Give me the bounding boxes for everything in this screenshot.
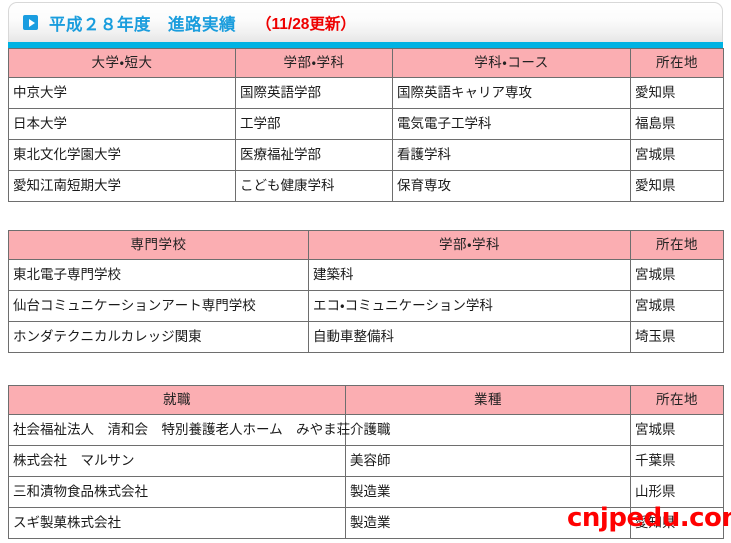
column-header-3: 所在地 [630,230,724,260]
table-vocational: 専門学校 学部・学科 所在地 東北電子専門学校 建築科 宮城県 仙台コミュニケーションアー… [8,230,724,353]
table-row: 愛知江南短期大学 こども健康学科 保育専攻 愛知県 [8,170,724,202]
column-header-2: 学部・学科 [235,48,393,78]
page-title: 平成２８年度 進路実績 [49,15,236,34]
column-header-2: 学部・学科 [308,230,631,260]
cell-1: 日本大学 [8,108,236,140]
column-header-1: 就職 [8,385,346,415]
cell-1: スギ製菓株式会社 [8,507,346,539]
cell-1: 三和漬物食品株式会社 [8,476,346,508]
cell-3: 千葉県 [630,445,724,477]
cell-1: 中京大学 [8,77,236,109]
table-row: 日本大学 工学部 電気電子工学科 福島県 [8,108,724,140]
cell-2: エコ・コミュニケーション学科 [308,290,631,322]
table-row: 東北文化学園大学 医療福祉学部 看護学科 宮城県 [8,139,724,171]
cell-1: 仙台コミュニケーションアート専門学校 [8,290,309,322]
cell-3: 看護学科 [392,139,631,171]
table-row: 社会福祉法人 清和会 特別養護老人ホーム みやま荘 介護職 宮城県 [8,414,724,446]
update-note: （11/28更新） [256,15,356,33]
table-header-row: 大学・短大 学部・学科 学科・コース 所在地 [8,48,724,78]
cell-4: 宮城県 [630,139,724,171]
table-row: 株式会社 マルサン 美容師 千葉県 [8,445,724,477]
table-header-row: 専門学校 学部・学科 所在地 [8,230,724,260]
table-schools: 大学・短大 学部・学科 学科・コース 所在地 中京大学 国際英語学部 国際英語キャリア専攻… [8,48,724,202]
cell-3: 宮城県 [630,259,724,291]
cell-3: 愛知県 [630,507,724,539]
column-header-3: 所在地 [630,385,724,415]
cell-2: こども健康学科 [235,170,393,202]
column-header-3: 学科・コース [392,48,631,78]
column-header-2: 業種 [345,385,631,415]
table-row: 仙台コミュニケーションアート専門学校 エコ・コミュニケーション学科 宮城県 [8,290,724,322]
cell-2: 介護職 [345,414,631,446]
column-header-4: 所在地 [630,48,724,78]
table-employment-body: 社会福祉法人 清和会 特別養護老人ホーム みやま荘 介護職 宮城県 株式会社 マルサン… [8,414,724,539]
table-row: 東北電子専門学校 建築科 宮城県 [8,259,724,291]
table-row: ホンダテクニカルカレッジ関東 自動車整備科 埼玉県 [8,321,724,353]
cell-3: 電気電子工学科 [392,108,631,140]
table-employment: 就職 業種 所在地 社会福祉法人 清和会 特別養護老人ホーム みやま荘 介護職 宮城県株… [8,385,724,539]
cell-1: 社会福祉法人 清和会 特別養護老人ホーム みやま荘 [8,414,350,446]
cell-1: 株式会社 マルサン [8,445,346,477]
cell-4: 福島県 [630,108,724,140]
column-header-1: 大学・短大 [8,48,236,78]
table-vocational-head: 専門学校 学部・学科 所在地 [8,230,724,260]
cell-3: 宮城県 [630,290,724,322]
cell-3: 埼玉県 [630,321,724,353]
cell-1: 愛知江南短期大学 [8,170,236,202]
column-header-1: 専門学校 [8,230,309,260]
cell-2: 製造業 [345,507,631,539]
cell-2: 医療福祉学部 [235,139,393,171]
table-row: 三和漬物食品株式会社 製造業 山形県 [8,476,724,508]
cell-3: 国際英語キャリア専攻 [392,77,631,109]
table-row: 中京大学 国際英語学部 国際英語キャリア専攻 愛知県 [8,77,724,109]
play-triangle-icon [23,15,38,30]
table-schools-body: 中京大学 国際英語学部 国際英語キャリア専攻 愛知県 日本大学 工学部 電気電子工学科 福島県… [8,77,724,202]
cell-2: 国際英語学部 [235,77,393,109]
page-header: 平成２８年度 進路実績 （11/28更新） [8,2,723,42]
table-header-row: 就職 業種 所在地 [8,385,724,415]
cell-2: 製造業 [345,476,631,508]
cell-4: 愛知県 [630,77,724,109]
cell-3: 山形県 [630,476,724,508]
table-employment-head: 就職 業種 所在地 [8,385,724,415]
table-schools-head: 大学・短大 学部・学科 学科・コース 所在地 [8,48,724,78]
cell-2: 建築科 [308,259,631,291]
table-vocational-body: 東北電子専門学校 建築科 宮城県 仙台コミュニケーションアート専門学校 エコ・コミュニケ… [8,259,724,353]
cell-2: 美容師 [345,445,631,477]
cell-1: ホンダテクニカルカレッジ関東 [8,321,309,353]
cell-1: 東北文化学園大学 [8,139,236,171]
cell-1: 東北電子専門学校 [8,259,309,291]
cell-2: 工学部 [235,108,393,140]
cell-3: 保育専攻 [392,170,631,202]
table-row: スギ製菓株式会社 製造業 愛知県 [8,507,724,539]
cell-2: 自動車整備科 [308,321,631,353]
cell-4: 愛知県 [630,170,724,202]
cell-3: 宮城県 [630,414,724,446]
